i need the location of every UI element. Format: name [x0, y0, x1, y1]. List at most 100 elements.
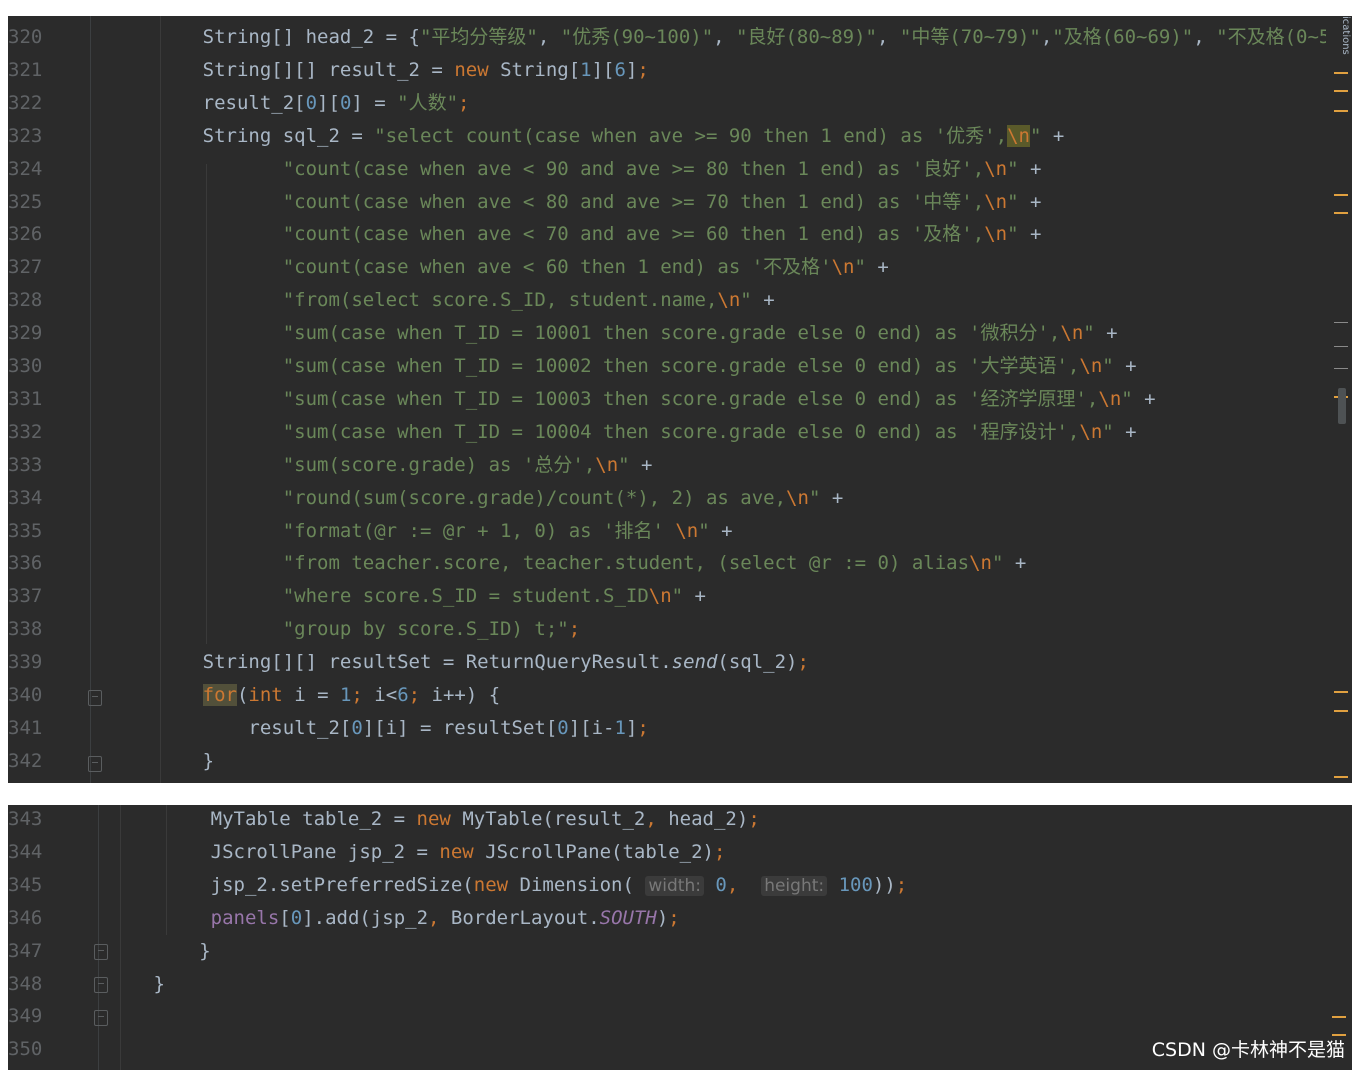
code-text[interactable]: String[] head_2 = {"平均分等级", "优秀(90~100)"…: [134, 21, 1331, 54]
line-number[interactable]: 326: [8, 218, 48, 251]
code-line[interactable]: 322 result_2[0][0] = "人数";: [8, 87, 1318, 120]
line-number[interactable]: 339: [8, 646, 48, 679]
info-marker[interactable]: [1334, 322, 1348, 323]
line-number[interactable]: 338: [8, 613, 48, 646]
warning-marker[interactable]: [1334, 710, 1348, 712]
line-number[interactable]: 337: [8, 580, 48, 613]
code-line[interactable]: 339 String[][] resultSet = ReturnQueryRe…: [8, 646, 1318, 679]
line-number[interactable]: 335: [8, 515, 48, 548]
code-line[interactable]: 340 for(int i = 1; i<6; i++) {: [8, 679, 1318, 712]
scrollbar-thumb[interactable]: [1338, 388, 1346, 424]
code-line[interactable]: 331 "sum(case when T_ID = 10003 then sco…: [8, 383, 1318, 416]
code-text[interactable]: result_2[0][0] = "人数";: [134, 87, 470, 120]
code-text[interactable]: }: [142, 935, 210, 968]
code-text[interactable]: "format(@r := @r + 1, 0) as '排名' \n" +: [134, 515, 733, 548]
code-line[interactable]: 327 "count(case when ave < 60 then 1 end…: [8, 251, 1318, 284]
code-line[interactable]: 328 "from(select score.S_ID, student.nam…: [8, 284, 1318, 317]
code-text[interactable]: jsp_2.setPreferredSize(new Dimension( wi…: [142, 869, 907, 903]
line-number[interactable]: 328: [8, 284, 48, 317]
code-line[interactable]: 345 jsp_2.setPreferredSize(new Dimension…: [8, 869, 1318, 902]
code-text[interactable]: for(int i = 1; i<6; i++) {: [134, 679, 500, 712]
code-text[interactable]: JScrollPane jsp_2 = new JScrollPane(tabl…: [142, 836, 726, 869]
code-line[interactable]: 325 "count(case when ave < 80 and ave >=…: [8, 186, 1318, 219]
code-text[interactable]: String sql_2 = "select count(case when a…: [134, 120, 1064, 153]
fold-close-icon[interactable]: [94, 1010, 108, 1026]
code-text[interactable]: "count(case when ave < 90 and ave >= 80 …: [134, 153, 1042, 186]
notifications-side-tab[interactable]: ications: [1335, 16, 1351, 61]
line-number[interactable]: 330: [8, 350, 48, 383]
code-text[interactable]: "sum(score.grade) as '总分',\n" +: [134, 449, 653, 482]
line-number[interactable]: 346: [8, 902, 48, 935]
code-text[interactable]: "where score.S_ID = student.S_ID\n" +: [134, 580, 706, 613]
line-number[interactable]: 343: [8, 805, 48, 836]
line-number[interactable]: 331: [8, 383, 48, 416]
code-line[interactable]: 335 "format(@r := @r + 1, 0) as '排名' \n"…: [8, 515, 1318, 548]
line-number[interactable]: 341: [8, 712, 48, 745]
line-number[interactable]: 344: [8, 836, 48, 869]
warning-marker[interactable]: [1334, 194, 1348, 196]
line-number[interactable]: 325: [8, 186, 48, 219]
fold-open-icon[interactable]: [88, 690, 102, 706]
line-number[interactable]: 321: [8, 54, 48, 87]
line-number[interactable]: 345: [8, 869, 48, 902]
line-number[interactable]: 348: [8, 968, 48, 1001]
code-line[interactable]: 330 "sum(case when T_ID = 10002 then sco…: [8, 350, 1318, 383]
warning-marker[interactable]: [1332, 1016, 1346, 1018]
code-line[interactable]: 338 "group by score.S_ID) t;";: [8, 613, 1318, 646]
code-line[interactable]: 346 panels[0].add(jsp_2, BorderLayout.SO…: [8, 902, 1318, 935]
warning-marker[interactable]: [1334, 691, 1348, 693]
fold-close-icon[interactable]: [94, 944, 108, 960]
code-line[interactable]: 333 "sum(score.grade) as '总分',\n" +: [8, 449, 1318, 482]
line-number[interactable]: 349: [8, 1000, 48, 1033]
line-number[interactable]: 347: [8, 935, 48, 968]
code-line[interactable]: 334 "round(sum(score.grade)/count(*), 2)…: [8, 482, 1318, 515]
code-text[interactable]: "count(case when ave < 60 then 1 end) as…: [134, 251, 889, 284]
info-marker[interactable]: [1334, 346, 1348, 347]
code-text[interactable]: "sum(case when T_ID = 10003 then score.g…: [134, 383, 1156, 416]
code-text[interactable]: panels[0].add(jsp_2, BorderLayout.SOUTH)…: [142, 902, 680, 935]
info-marker[interactable]: [1334, 368, 1348, 369]
code-text[interactable]: "group by score.S_ID) t;";: [134, 613, 580, 646]
code-editor-top[interactable]: 320 String[] head_2 = {"平均分等级", "优秀(90~1…: [8, 16, 1352, 783]
warning-marker[interactable]: [1334, 72, 1348, 74]
code-line[interactable]: 321 String[][] result_2 = new String[1][…: [8, 54, 1318, 87]
code-text[interactable]: }: [134, 745, 214, 778]
fold-close-icon[interactable]: [88, 756, 102, 772]
code-text[interactable]: "from(select score.S_ID, student.name,\n…: [134, 284, 775, 317]
code-text[interactable]: "sum(case when T_ID = 10001 then score.g…: [134, 317, 1118, 350]
code-line[interactable]: 341 result_2[0][i] = resultSet[0][i-1];: [8, 712, 1318, 745]
code-line[interactable]: 329 "sum(case when T_ID = 10001 then sco…: [8, 317, 1318, 350]
line-number[interactable]: 350: [8, 1033, 48, 1066]
line-number[interactable]: 332: [8, 416, 48, 449]
line-number[interactable]: 327: [8, 251, 48, 284]
line-number[interactable]: 336: [8, 547, 48, 580]
warning-marker[interactable]: [1334, 776, 1348, 778]
warning-marker[interactable]: [1334, 212, 1348, 214]
code-line[interactable]: 350: [8, 1033, 1318, 1066]
code-line[interactable]: 326 "count(case when ave < 70 and ave >=…: [8, 218, 1318, 251]
code-line[interactable]: 348 }: [8, 968, 1318, 1001]
code-line[interactable]: 324 "count(case when ave < 90 and ave >=…: [8, 153, 1318, 186]
code-text[interactable]: MyTable table_2 = new MyTable(result_2, …: [142, 805, 760, 836]
line-number[interactable]: 329: [8, 317, 48, 350]
code-text[interactable]: "sum(case when T_ID = 10004 then score.g…: [134, 416, 1137, 449]
code-line[interactable]: 342 }: [8, 745, 1318, 778]
code-text[interactable]: "round(sum(score.grade)/count(*), 2) as …: [134, 482, 844, 515]
line-number[interactable]: 320: [8, 21, 48, 54]
code-line[interactable]: 320 String[] head_2 = {"平均分等级", "优秀(90~1…: [8, 21, 1330, 54]
code-line[interactable]: 332 "sum(case when T_ID = 10004 then sco…: [8, 416, 1318, 449]
code-text[interactable]: "count(case when ave < 80 and ave >= 70 …: [134, 186, 1042, 219]
fold-close-icon[interactable]: [94, 977, 108, 993]
code-text[interactable]: "sum(case when T_ID = 10002 then score.g…: [134, 350, 1137, 383]
warning-marker[interactable]: [1334, 90, 1348, 92]
line-number[interactable]: 342: [8, 745, 48, 778]
scrollbar-track[interactable]: [1326, 16, 1352, 783]
line-number[interactable]: 333: [8, 449, 48, 482]
line-number[interactable]: 340: [8, 679, 48, 712]
code-text[interactable]: result_2[0][i] = resultSet[0][i-1];: [134, 712, 648, 745]
line-number[interactable]: 334: [8, 482, 48, 515]
code-line[interactable]: 323 String sql_2 = "select count(case wh…: [8, 120, 1318, 153]
line-number[interactable]: 324: [8, 153, 48, 186]
code-editor-bottom[interactable]: 343 MyTable table_2 = new MyTable(result…: [8, 805, 1352, 1070]
code-line[interactable]: 336 "from teacher.score, teacher.student…: [8, 547, 1318, 580]
